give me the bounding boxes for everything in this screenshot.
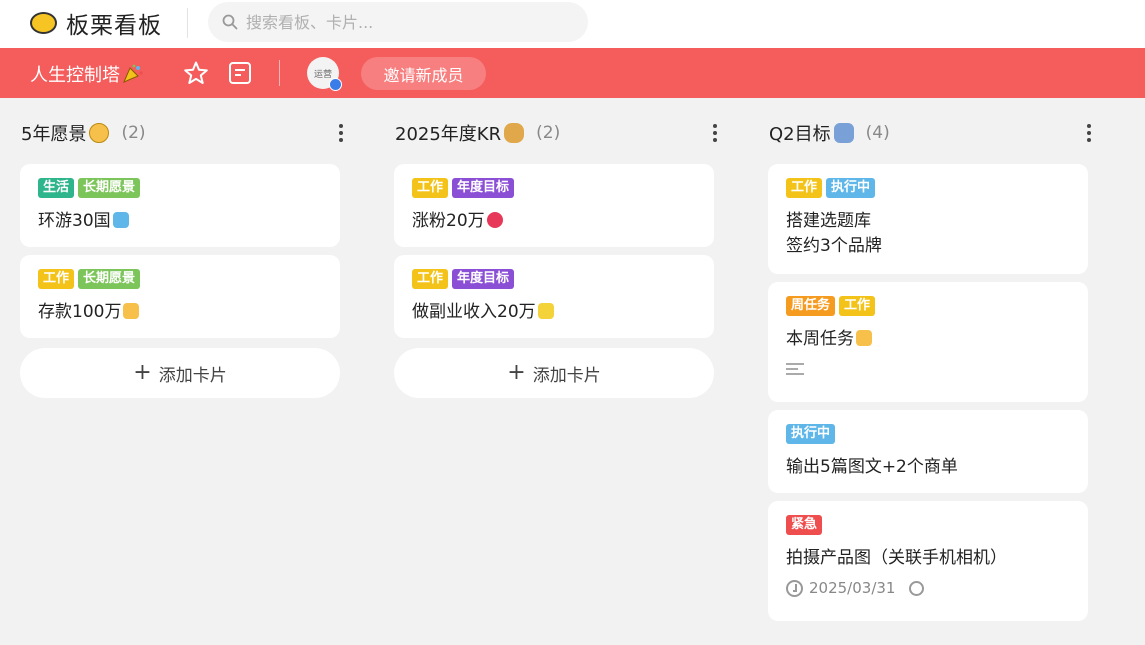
palette-emoji-icon (89, 123, 110, 143)
column-2025-kr: 2025年度KR (2) 工作 年度目标 涨粉20万 工作 年度目标 做副业收入… (394, 110, 719, 398)
tag: 周任务 (786, 296, 836, 316)
tag: 长期愿景 (78, 178, 141, 198)
card[interactable]: 紧急 拍摄产品图（关联手机相机） 2025/03/31 (768, 501, 1088, 621)
column-title[interactable]: 2025年度KR (395, 120, 501, 146)
card[interactable]: 工作 年度目标 涨粉20万 (394, 164, 714, 247)
column-title[interactable]: Q2目标 (769, 120, 831, 146)
heart-emoji-icon (486, 212, 503, 228)
board-bar: 人生控制塔 运营 邀请新成员 (0, 48, 1145, 98)
card[interactable]: 周任务 工作 本周任务 (768, 282, 1088, 402)
user-icon (329, 78, 342, 91)
description-icon (786, 362, 804, 376)
tag: 工作 (412, 178, 449, 198)
column-header: Q2目标 (4) (768, 110, 1093, 156)
point-down-emoji-icon (856, 330, 872, 346)
card-title: 做副业收入20万 (412, 300, 696, 325)
due-date-text: 2025/03/31 (809, 579, 896, 597)
card-title: 本周任务 (786, 327, 1070, 352)
column-menu-icon[interactable] (711, 122, 719, 144)
sparkles-emoji-icon (537, 303, 554, 319)
column-count: (4) (865, 123, 890, 143)
alarm-icon (909, 580, 925, 596)
add-card-label: 添加卡片 (532, 365, 601, 386)
tag: 工作 (839, 296, 876, 316)
plus-icon: + (133, 360, 152, 385)
party-popper-icon (123, 64, 143, 83)
card-title: 拍摄产品图（关联手机相机） (786, 548, 1007, 568)
column-q2-goals: Q2目标 (4) 工作 执行中 搭建选题库 签约3个品牌 周任务 工作 本周任务… (768, 110, 1093, 621)
tag: 紧急 (786, 515, 823, 535)
card-title: 涨粉20万 (412, 209, 696, 234)
card[interactable]: 工作 年度目标 做副业收入20万 (394, 255, 714, 338)
tag: 工作 (38, 269, 75, 289)
column-menu-icon[interactable] (1085, 122, 1093, 144)
card-title: 输出5篇图文+2个商单 (786, 457, 958, 477)
app-name: 板栗看板 (66, 13, 162, 39)
rocket-emoji-icon (833, 123, 854, 143)
add-card-label: 添加卡片 (158, 365, 227, 386)
tag: 生活 (38, 178, 75, 198)
board-menu-icon[interactable] (229, 62, 251, 84)
column-5-year-vision: 5年愿景 (2) 生活 长期愿景 环游30国 工作 长期愿景 存款100万 + … (20, 110, 345, 398)
card-title: 存款100万 (38, 300, 322, 325)
chestnut-logo-icon (30, 12, 57, 34)
member-avatar[interactable]: 运营 (307, 57, 342, 91)
airplane-emoji-icon (112, 212, 129, 228)
star-icon[interactable] (183, 60, 209, 86)
tag: 工作 (412, 269, 449, 289)
card[interactable]: 执行中 输出5篇图文+2个商单 (768, 410, 1088, 493)
board-divider (279, 60, 280, 86)
tag: 执行中 (826, 178, 876, 198)
app-logo[interactable]: 板栗看板 (30, 9, 162, 39)
card-title-line: 搭建选题库 (786, 211, 871, 231)
card-title: 环游30国 (38, 209, 322, 234)
tag: 执行中 (786, 424, 836, 444)
avatar-text: 运营 (313, 69, 332, 80)
card[interactable]: 工作 长期愿景 存款100万 (20, 255, 340, 338)
add-card-button[interactable]: + 添加卡片 (20, 348, 340, 398)
card[interactable]: 生活 长期愿景 环游30国 (20, 164, 340, 247)
tag: 工作 (786, 178, 823, 198)
column-header: 2025年度KR (2) (394, 110, 719, 156)
plus-icon: + (507, 360, 526, 385)
column-menu-icon[interactable] (337, 122, 345, 144)
invite-member-button[interactable]: 邀请新成员 (361, 57, 486, 90)
card-title: 搭建选题库 签约3个品牌 (786, 209, 1070, 259)
search-icon (222, 14, 238, 30)
tag: 长期愿景 (78, 269, 141, 289)
tag: 年度目标 (452, 178, 515, 198)
column-count: (2) (536, 123, 561, 143)
clock-icon (786, 579, 803, 597)
search-box[interactable] (208, 2, 588, 42)
clap-emoji-icon (123, 303, 140, 319)
card[interactable]: 工作 执行中 搭建选题库 签约3个品牌 (768, 164, 1088, 274)
search-input[interactable] (246, 12, 566, 32)
board-title[interactable]: 人生控制塔 (30, 61, 144, 87)
board-title-text: 人生控制塔 (30, 65, 120, 86)
top-divider (187, 8, 188, 38)
card-title-line: 签约3个品牌 (786, 236, 882, 256)
column-header: 5年愿景 (2) (20, 110, 345, 156)
column-title[interactable]: 5年愿景 (21, 120, 86, 146)
bear-emoji-icon (504, 123, 525, 143)
due-date[interactable]: 2025/03/31 (786, 579, 1070, 597)
top-bar: 板栗看板 (0, 0, 1145, 48)
add-card-button[interactable]: + 添加卡片 (394, 348, 714, 398)
tag: 年度目标 (452, 269, 515, 289)
column-count: (2) (121, 123, 146, 143)
